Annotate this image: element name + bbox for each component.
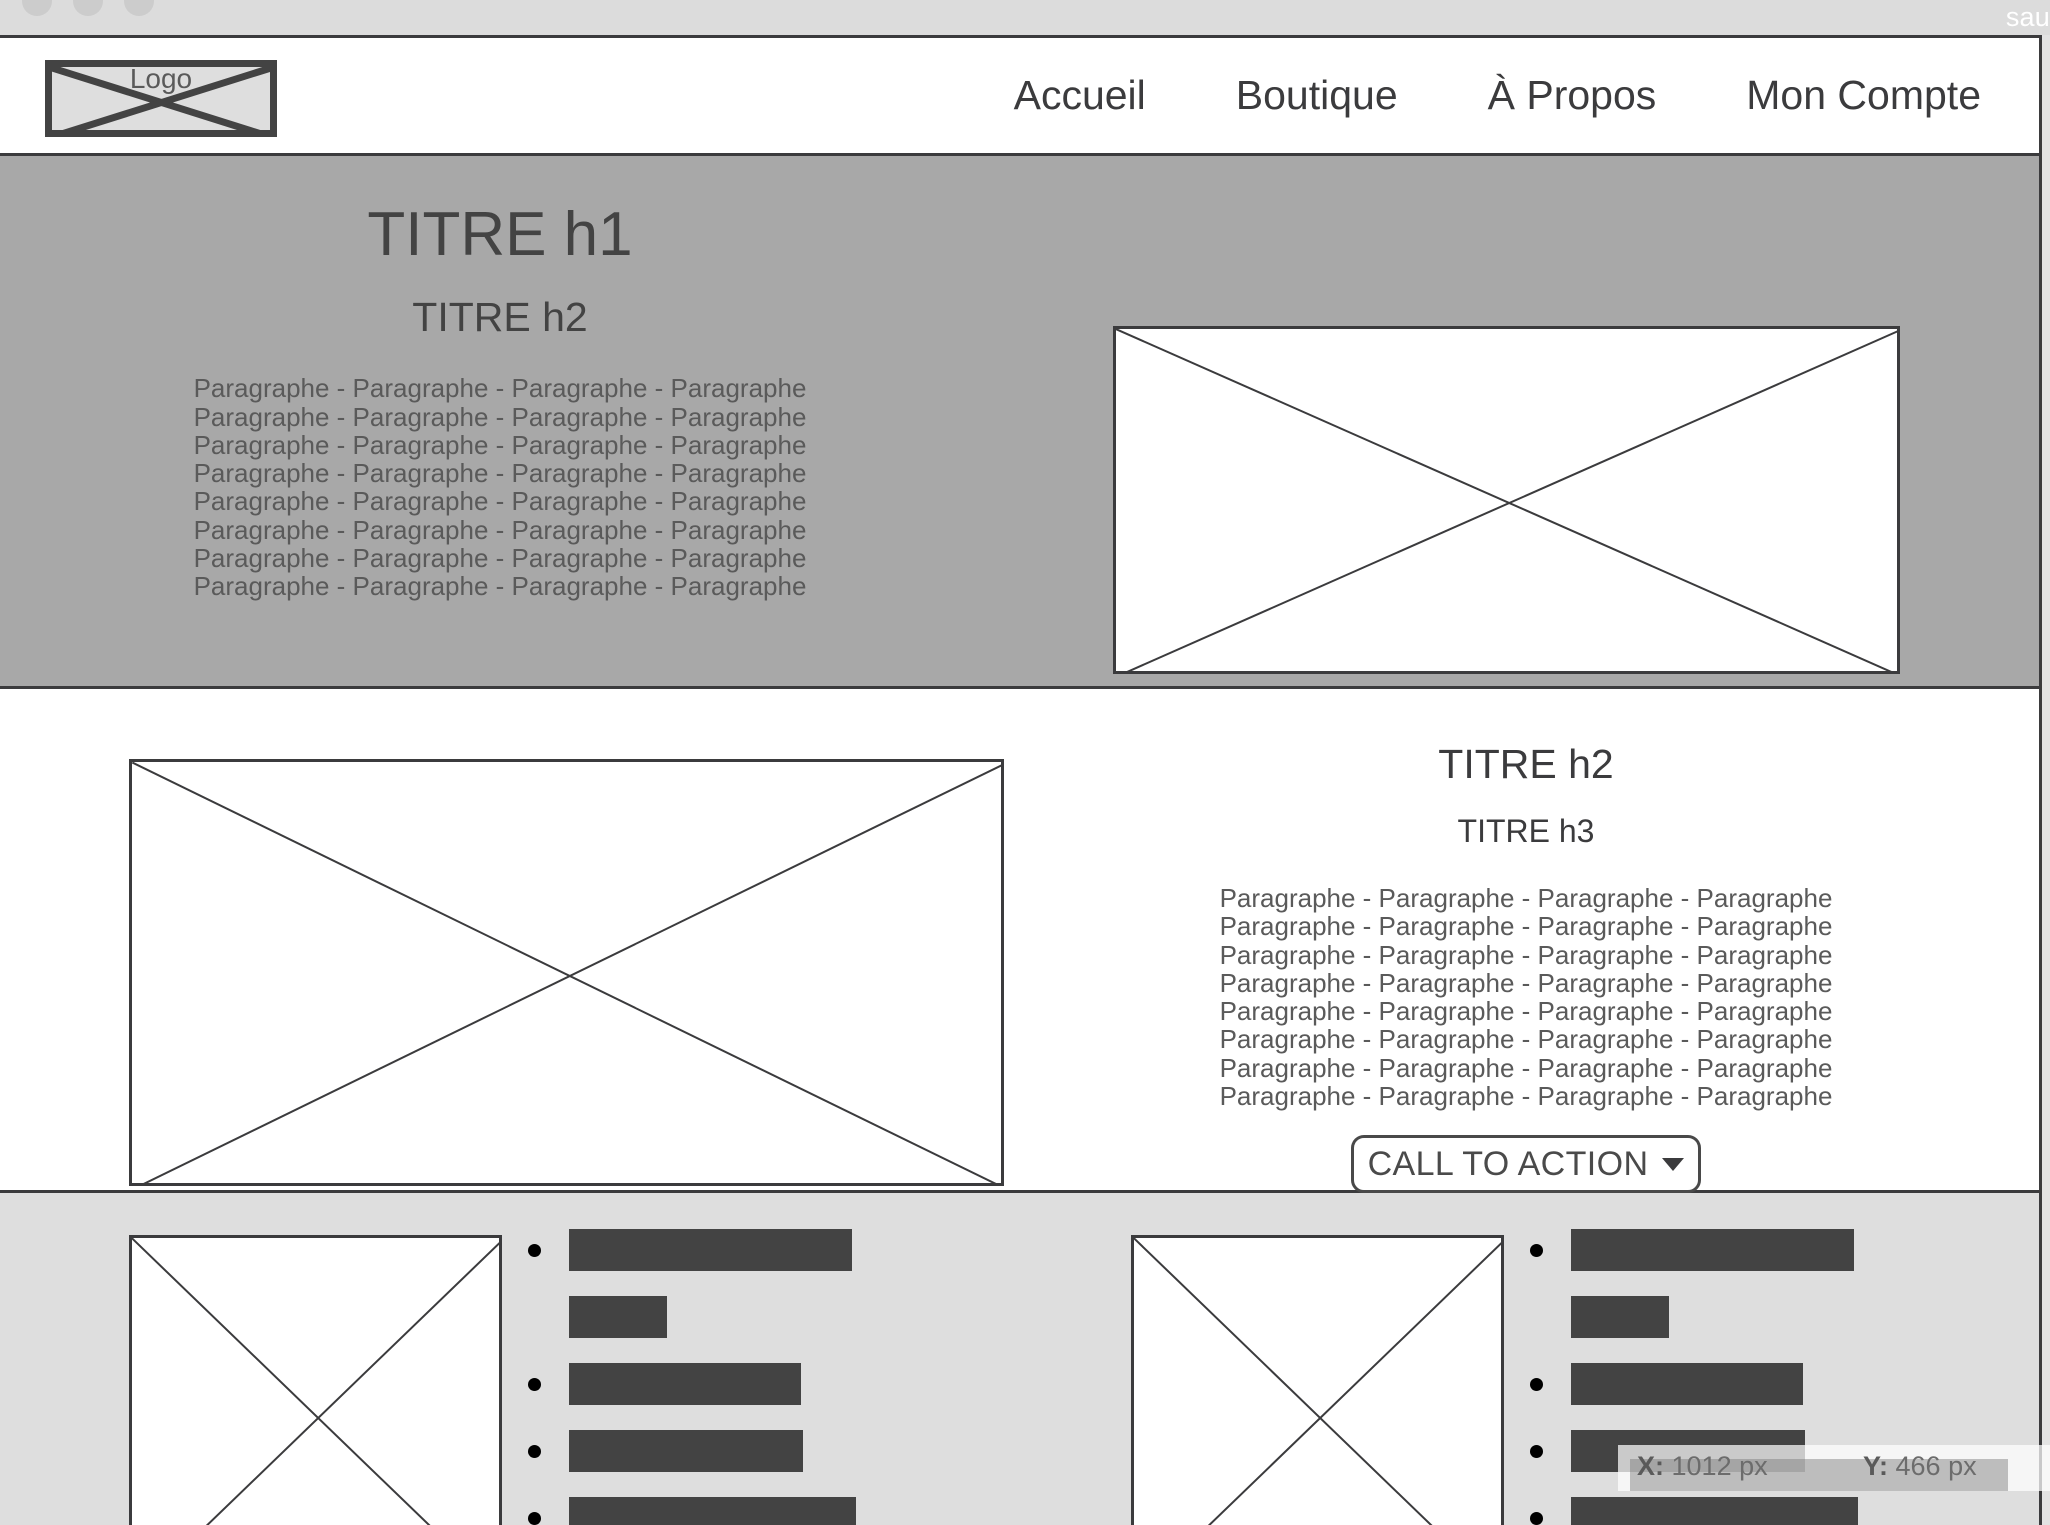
coordinate-x-label: X: (1637, 1451, 1664, 1481)
hero-paragraph-line: Paragraphe - Paragraphe - Paragraphe - P… (193, 571, 807, 602)
coordinate-y-label: Y: (1863, 1451, 1888, 1481)
bullet-text-bar (569, 1430, 803, 1472)
hero-section: TITRE h1 TITRE h2 Paragraphe - Paragraph… (0, 156, 2039, 763)
hero-heading-h2: TITRE h2 (412, 294, 588, 341)
hero-heading-h1: TITRE h1 (367, 200, 633, 269)
hero-paragraph-line: Paragraphe - Paragraphe - Paragraphe - P… (193, 543, 807, 574)
bullet-dot-icon (1530, 1444, 1543, 1458)
section2-paragraph-line: Paragraphe - Paragraphe - Paragraphe - P… (1219, 996, 1833, 1027)
coordinate-x-value: 1012 px (1671, 1451, 1768, 1481)
bullet-dot-icon (1530, 1511, 1543, 1525)
bullet-text-bar (569, 1363, 801, 1405)
bullet-dot-icon (528, 1377, 541, 1391)
section2-paragraph-line: Paragraphe - Paragraphe - Paragraphe - P… (1219, 1024, 1833, 1055)
feature-bullet-item (1530, 1229, 1858, 1271)
image-placeholder-diagonal (132, 1238, 499, 1525)
feature-bullet-item (528, 1430, 856, 1472)
section2-heading-h2: TITRE h2 (1438, 741, 1614, 787)
feature-bullet-item (528, 1229, 856, 1271)
section2-text-block: TITRE h2 TITRE h3 Paragraphe - Paragraph… (1010, 689, 2039, 1194)
hero-paragraph-line: Paragraphe - Paragraphe - Paragraphe - P… (193, 373, 807, 404)
logo-label: Logo (129, 63, 193, 94)
nav-item-accueil[interactable]: Accueil (1014, 72, 1146, 119)
content-section-2: TITRE h2 TITRE h3 Paragraphe - Paragraph… (0, 689, 2039, 1194)
window-maximize-dot[interactable] (124, 0, 154, 16)
bullet-text-bar (569, 1296, 667, 1338)
hero-image-placeholder[interactable] (1113, 326, 1900, 674)
feature-bullet-item (1530, 1497, 1858, 1525)
section2-paragraph-block: Paragraphe - Paragraphe - Paragraphe - P… (1010, 883, 2039, 1112)
bullet-dot-icon (528, 1243, 541, 1257)
bullet-text-bar (1571, 1229, 1854, 1271)
bullet-text-bar (1571, 1363, 1803, 1405)
coordinate-y-value: 466 px (1895, 1451, 1977, 1481)
browser-chrome: sau (0, 0, 2050, 35)
feature-2-image-placeholder[interactable] (1131, 1235, 1504, 1525)
hero-paragraph-line: Paragraphe - Paragraphe - Paragraphe - P… (193, 429, 807, 460)
section2-paragraph-line: Paragraphe - Paragraphe - Paragraphe - P… (1219, 1052, 1833, 1083)
bullet-dot-icon (528, 1444, 541, 1458)
bullet-dot-icon (1530, 1377, 1543, 1391)
section2-image-placeholder[interactable] (129, 759, 1004, 1186)
bullet-text-bar (569, 1497, 856, 1525)
section2-cta-wrapper: CALL TO ACTION (1010, 1135, 2039, 1194)
feature-bullet-item (1530, 1363, 1858, 1405)
hero-paragraph-line: Paragraphe - Paragraphe - Paragraphe - P… (193, 401, 807, 432)
hero-text-block: TITRE h1 TITRE h2 Paragraphe - Paragraph… (0, 156, 1000, 602)
nav-item-a-propos[interactable]: À Propos (1488, 72, 1657, 119)
bullet-text-bar (569, 1229, 852, 1271)
window-close-dot[interactable] (22, 0, 52, 16)
section2-call-to-action-button[interactable]: CALL TO ACTION (1351, 1135, 1701, 1194)
window-title: sau (2005, 2, 2050, 32)
window-minimize-dot[interactable] (73, 0, 103, 16)
window-controls (22, 0, 154, 16)
coordinate-x: X: 1012 px (1637, 1451, 1768, 1482)
bullet-dot-icon (528, 1511, 541, 1525)
feature-bullet-item (1530, 1296, 1858, 1338)
feature-bullet-item (528, 1363, 856, 1405)
section2-paragraph-line: Paragraphe - Paragraphe - Paragraphe - P… (1219, 911, 1833, 942)
feature-bullet-item (528, 1497, 856, 1525)
feature-bullet-item (528, 1296, 856, 1338)
site-header: Logo Accueil Boutique À Propos Mon Compt… (0, 38, 2039, 156)
nav-item-mon-compte[interactable]: Mon Compte (1746, 72, 1981, 119)
section2-cta-label: CALL TO ACTION (1367, 1144, 1649, 1183)
hero-paragraph-block: Paragraphe - Paragraphe - Paragraphe - P… (0, 373, 1000, 602)
section2-paragraph-line: Paragraphe - Paragraphe - Paragraphe - P… (1219, 939, 1833, 970)
section2-paragraph-line: Paragraphe - Paragraphe - Paragraphe - P… (1219, 967, 1833, 998)
image-placeholder-diagonal (132, 1238, 499, 1525)
cursor-coordinate-overlay: X: 1012 px Y: 466 px (1618, 1445, 2050, 1491)
hero-paragraph-line: Paragraphe - Paragraphe - Paragraphe - P… (193, 514, 807, 545)
hero-paragraph-line: Paragraphe - Paragraphe - Paragraphe - P… (193, 486, 807, 517)
image-placeholder-diagonal (132, 762, 1001, 1183)
hero-paragraph-line: Paragraphe - Paragraphe - Paragraphe - P… (193, 458, 807, 489)
bullet-dot-icon (1530, 1243, 1543, 1257)
section2-paragraph-line: Paragraphe - Paragraphe - Paragraphe - P… (1219, 1081, 1833, 1112)
image-placeholder-diagonal (1134, 1238, 1501, 1525)
bullet-text-bar (1571, 1296, 1669, 1338)
wireframe-page: Logo Accueil Boutique À Propos Mon Compt… (0, 35, 2042, 1525)
coordinate-y: Y: 466 px (1863, 1451, 1977, 1482)
bullet-text-bar (1571, 1497, 1858, 1525)
section2-heading-h3: TITRE h3 (1457, 813, 1595, 849)
feature-1-image-placeholder[interactable] (129, 1235, 502, 1525)
chevron-down-icon (1662, 1157, 1685, 1171)
feature-column-1 (129, 1193, 856, 1525)
section2-paragraph-line: Paragraphe - Paragraphe - Paragraphe - P… (1219, 883, 1833, 913)
feature-1-bullet-list (528, 1229, 856, 1525)
main-navigation: Accueil Boutique À Propos Mon Compte (1014, 38, 1981, 153)
nav-item-boutique[interactable]: Boutique (1236, 72, 1398, 119)
logo-placeholder[interactable]: Logo (45, 60, 277, 137)
image-placeholder-diagonal (1134, 1238, 1501, 1525)
